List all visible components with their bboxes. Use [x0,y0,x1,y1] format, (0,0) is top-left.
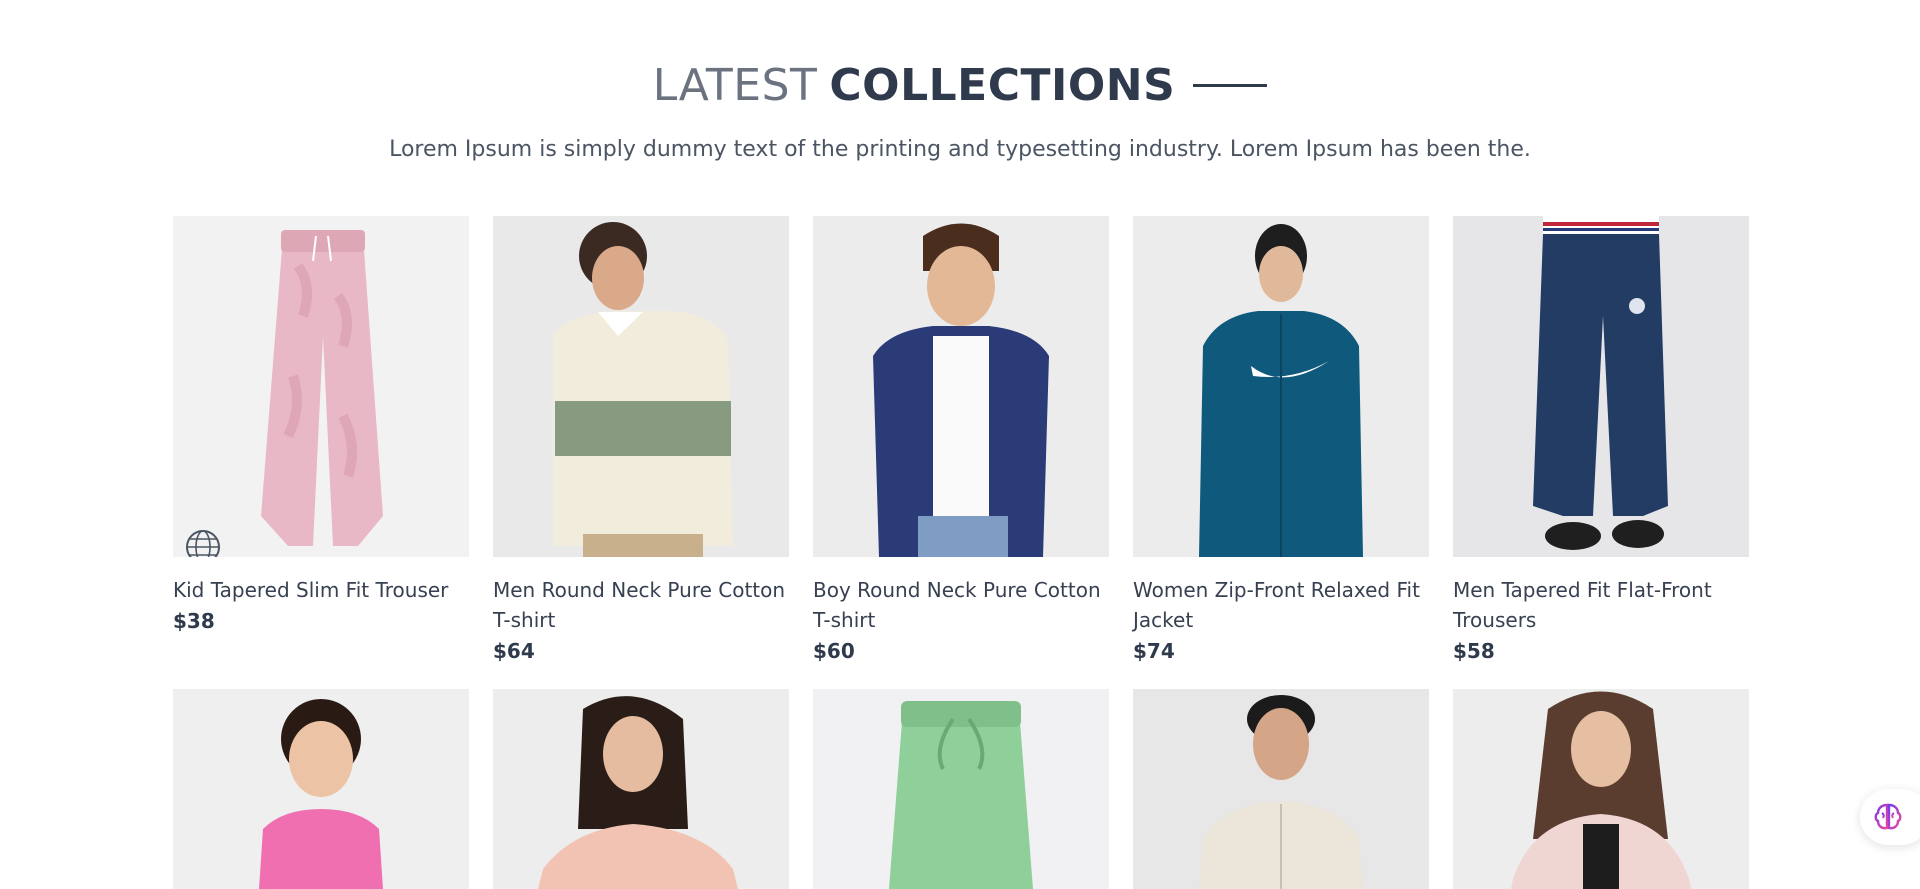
product-image-women-puffer-jacket[interactable] [1453,689,1749,889]
section-header: LATEST COLLECTIONS [0,60,1920,111]
product-price: $74 [1133,639,1175,663]
product-image-striped-tshirt[interactable] [493,216,789,557]
product-price: $58 [1453,639,1495,663]
product-name[interactable]: Men Round Neck Pure Cotton T-shirt [493,575,789,635]
brain-icon [1874,803,1902,830]
product-grid: Kid Tapered Slim Fit Trouser $38 Men Rou… [173,216,1749,889]
product-name[interactable]: Women Zip-Front Relaxed Fit Jacket [1133,575,1429,635]
product-name[interactable]: Boy Round Neck Pure Cotton T-shirt [813,575,1109,635]
product-image-pink-trouser[interactable] [173,216,469,557]
product-image-boy-shirt[interactable] [813,216,1109,557]
product-card[interactable] [813,689,1109,889]
product-card[interactable] [1453,689,1749,889]
product-card[interactable]: Men Round Neck Pure Cotton T-shirt $64 [493,216,789,663]
product-card[interactable] [493,689,789,889]
product-image-girl-top[interactable] [173,689,469,889]
product-card[interactable]: Boy Round Neck Pure Cotton T-shirt $60 [813,216,1109,663]
section-subtitle: Lorem Ipsum is simply dummy text of the … [389,137,1531,162]
product-name[interactable]: Kid Tapered Slim Fit Trouser [173,575,469,605]
product-card[interactable]: Women Zip-Front Relaxed Fit Jacket $74 [1133,216,1429,663]
product-card[interactable]: Kid Tapered Slim Fit Trouser $38 [173,216,469,663]
product-price: $64 [493,639,535,663]
product-image-men-trousers[interactable] [1453,216,1749,557]
product-name[interactable]: Men Tapered Fit Flat-Front Trousers [1453,575,1749,635]
section-title: LATEST COLLECTIONS [653,60,1268,111]
assistant-button[interactable] [1860,789,1920,845]
product-price: $60 [813,639,855,663]
product-image-women-jacket[interactable] [1133,216,1429,557]
globe-icon [186,530,220,557]
title-bold-word: COLLECTIONS [829,60,1176,111]
product-card[interactable] [173,689,469,889]
product-image-women-pink-top[interactable] [493,689,789,889]
product-image-men-printed-shirt[interactable] [1133,689,1429,889]
title-light-word: LATEST [652,60,818,111]
product-card[interactable] [1133,689,1429,889]
product-card[interactable]: Men Tapered Fit Flat-Front Trousers $58 [1453,216,1749,663]
product-image-green-pants[interactable] [813,689,1109,889]
product-price: $38 [173,609,215,633]
title-underline [1193,84,1268,87]
